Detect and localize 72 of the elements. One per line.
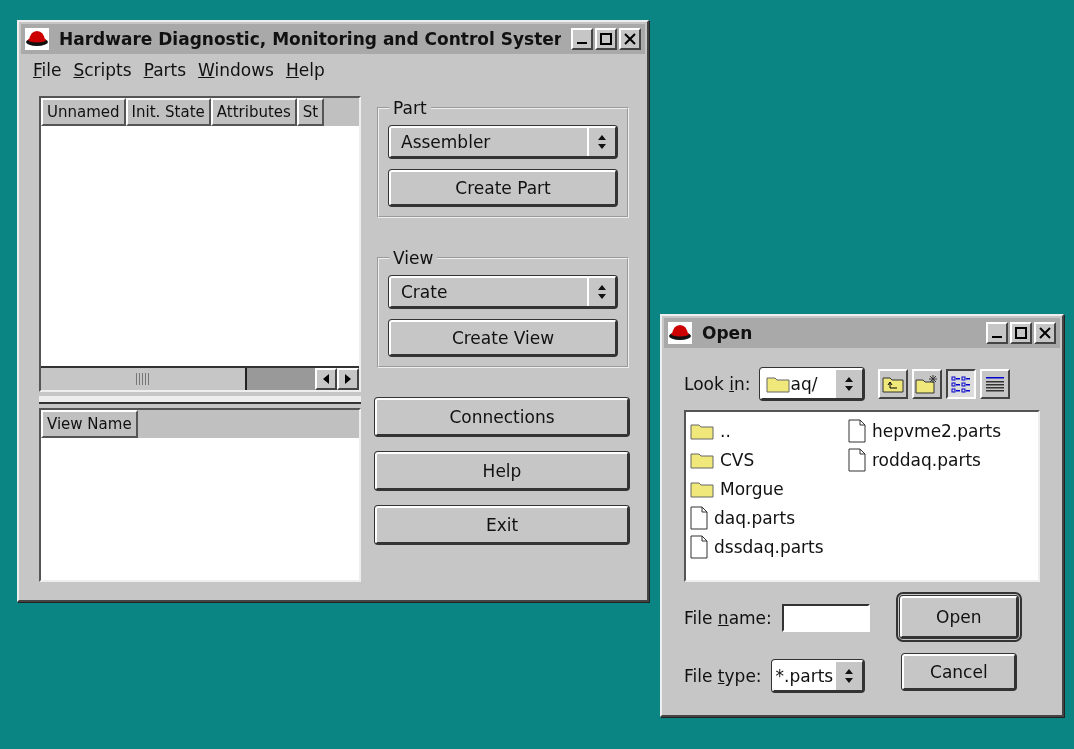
list-view-icon	[951, 375, 972, 393]
menu-item[interactable]: Parts	[143, 60, 187, 80]
close-button[interactable]	[1034, 322, 1056, 344]
folder-icon	[690, 450, 714, 469]
close-icon	[1039, 327, 1051, 339]
splitter-handle[interactable]	[39, 396, 361, 404]
dialog-button[interactable]: Cancel	[901, 654, 1016, 690]
scroll-left-button[interactable]	[315, 368, 337, 390]
maximize-button[interactable]	[595, 28, 617, 50]
column-header[interactable]: View Name	[41, 410, 138, 438]
action-button[interactable]: Exit	[375, 506, 629, 544]
document-icon	[690, 505, 708, 530]
group-title: View	[392, 248, 435, 268]
menu-item[interactable]: Scripts	[73, 60, 132, 80]
minimize-icon	[992, 336, 1002, 338]
new-folder-icon	[915, 374, 940, 394]
directory-entry[interactable]: daq.parts	[690, 503, 848, 532]
column-header[interactable]: Unnamed	[41, 98, 126, 126]
column-header[interactable]: St	[296, 98, 325, 126]
file-type-dropdown[interactable]: *.parts	[771, 660, 864, 692]
action-button[interactable]: Help	[375, 452, 629, 490]
menu-item[interactable]: Windows	[198, 60, 274, 80]
maximize-icon	[600, 33, 612, 45]
column-header[interactable]: Init. State	[125, 98, 211, 126]
directory-entry[interactable]: roddaq.parts	[848, 445, 1006, 474]
close-button[interactable]	[619, 28, 641, 50]
horizontal-scrollbar[interactable]	[41, 366, 359, 390]
folder-icon	[690, 479, 714, 498]
up-down-arrows-icon	[844, 376, 855, 392]
file-type-label: File type:	[684, 666, 762, 686]
window-title: Open	[702, 323, 754, 343]
right-arrow-icon	[344, 374, 352, 384]
directory-entry[interactable]: CVS	[690, 445, 848, 474]
maximize-icon	[1015, 327, 1027, 339]
dropdown[interactable]: Assembler	[389, 126, 617, 158]
directory-entry[interactable]: ..	[690, 416, 848, 445]
toolbar-button[interactable]	[946, 369, 977, 399]
file-name-field[interactable]	[781, 604, 870, 632]
action-button[interactable]: Connections	[375, 398, 629, 436]
group-title: Part	[392, 98, 428, 118]
look-in-dropdown[interactable]: aq/	[760, 368, 865, 400]
up-down-arrows-icon	[597, 284, 607, 300]
directory-entry[interactable]: hepvme2.parts	[848, 416, 1006, 445]
directory-entry[interactable]: Morgue	[690, 474, 848, 503]
maximize-button[interactable]	[1010, 322, 1032, 344]
menu-item[interactable]: File	[33, 60, 62, 80]
look-in-label: Look in:	[684, 374, 751, 394]
document-icon	[848, 418, 866, 443]
document-icon	[848, 447, 866, 472]
grip-icon	[136, 373, 150, 385]
up-down-arrows-icon	[843, 668, 854, 684]
column-header[interactable]: Attributes	[210, 98, 297, 126]
up-down-arrows-icon	[597, 134, 607, 150]
document-icon	[690, 534, 708, 559]
hat-logo-icon	[25, 28, 49, 50]
minimize-icon	[577, 42, 587, 44]
left-arrow-icon	[322, 374, 330, 384]
create-button[interactable]: Create View	[389, 320, 617, 356]
hat-logo-icon	[668, 322, 692, 344]
directory-entry[interactable]: dssdaq.parts	[690, 532, 848, 561]
minimize-button[interactable]	[571, 28, 593, 50]
folder-up-icon	[882, 375, 905, 393]
folder-icon	[690, 421, 714, 440]
file-name-label: File name:	[684, 608, 772, 628]
folder-icon	[766, 375, 791, 393]
dropdown[interactable]: Crate	[389, 276, 617, 308]
scroll-right-button[interactable]	[337, 368, 359, 390]
menu-item[interactable]: Help	[285, 60, 325, 80]
create-button[interactable]: Create Part	[389, 170, 617, 206]
minimize-button[interactable]	[986, 322, 1008, 344]
detail-view-icon	[985, 375, 1006, 393]
close-icon	[624, 33, 636, 45]
